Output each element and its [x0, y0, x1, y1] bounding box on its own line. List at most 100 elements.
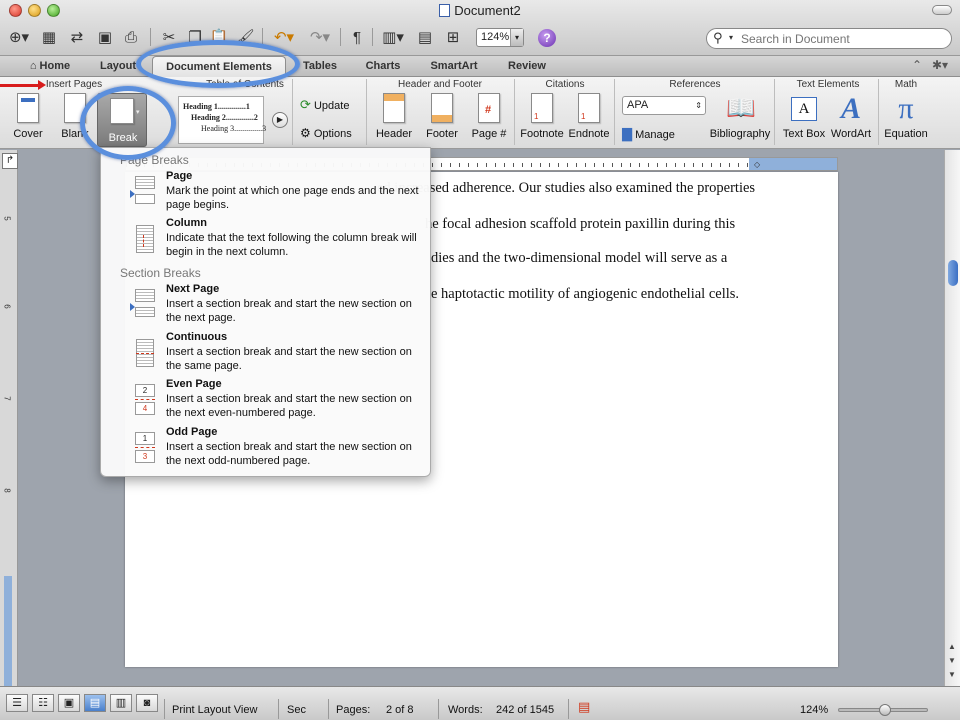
scroll-down-icon[interactable]: ▼ — [948, 670, 956, 679]
manage-citations-button[interactable]: ▇ Manage — [622, 126, 692, 142]
blank-page-button[interactable]: Blank — [56, 93, 94, 140]
group-divider — [614, 79, 615, 145]
tab-document-elements[interactable]: Document Elements — [152, 56, 286, 78]
group-label-citations: Citations — [545, 79, 585, 90]
notebook-view-icon[interactable]: ▥ — [110, 694, 132, 712]
footnote-icon: 1 — [531, 93, 553, 123]
toc-preview-heading-2: Heading 2..............2 — [191, 113, 258, 122]
publishing-view-icon[interactable]: ▣ — [58, 694, 80, 712]
draft-view-icon[interactable]: ☰ — [6, 694, 28, 712]
new-document-icon[interactable]: ⊕▾ — [4, 26, 34, 48]
view-name: Print Layout View — [172, 704, 258, 716]
update-toc-button[interactable]: ⟳ Update — [300, 97, 360, 113]
zoom-slider[interactable] — [838, 704, 928, 716]
gear-icon[interactable]: ✱▾ — [932, 58, 948, 72]
tab-smartart[interactable]: SmartArt — [418, 56, 490, 77]
gallery-next-icon[interactable]: ▶ — [272, 112, 288, 128]
zoom-value: 124% — [481, 31, 510, 43]
tab-charts[interactable]: Charts — [356, 56, 410, 77]
menu-item-even-page[interactable]: 2 4 Even Page Insert a section break and… — [131, 378, 421, 419]
toolbar-separator — [372, 28, 373, 46]
copy-icon[interactable]: ❐ — [184, 26, 206, 48]
equation-label: Equation — [884, 128, 928, 140]
menu-item-next-page[interactable]: Next Page Insert a section break and sta… — [130, 283, 421, 324]
vertical-scrollbar[interactable]: ▲ ▼ ▼ — [944, 150, 960, 686]
search-input[interactable] — [741, 31, 946, 46]
zoom-slider-knob[interactable] — [879, 704, 891, 716]
menu-item-title: Next Page — [166, 283, 220, 295]
endnote-button[interactable]: 1 Endnote — [566, 93, 612, 140]
footer-button[interactable]: Footer — [420, 93, 464, 140]
undo-icon[interactable]: ↶▾ — [268, 26, 300, 48]
annotation-arrow — [0, 80, 46, 90]
continuous-break-icon — [133, 335, 157, 367]
header-button[interactable]: Header — [372, 93, 416, 140]
templates-gallery-icon[interactable]: ▦ — [38, 26, 60, 48]
menu-item-description: Insert a section break and start the new… — [166, 441, 412, 467]
print-layout-view-icon[interactable]: ▤ — [84, 694, 106, 712]
chevron-down-icon[interactable]: ▾ — [729, 33, 733, 42]
endnote-label: Endnote — [568, 128, 610, 140]
sidebar-icon[interactable]: ▥▾ — [378, 26, 408, 48]
media-browser-icon[interactable]: ▤ — [414, 26, 436, 48]
toc-preview-heading-1: Heading 1..............1 — [183, 102, 250, 111]
toolbar-toggle-button[interactable] — [932, 5, 952, 15]
outline-view-icon[interactable]: ☷ — [32, 694, 54, 712]
group-divider — [878, 79, 879, 145]
wordart-button[interactable]: A WordArt — [828, 93, 874, 141]
scroll-down-icon[interactable]: ▼ — [948, 656, 956, 665]
break-button[interactable]: ▾ Break — [97, 93, 147, 147]
menu-item-description: Insert a section break and start the new… — [166, 346, 412, 372]
toc-options-button[interactable]: ⚙ Options — [300, 126, 360, 140]
bibliography-button[interactable]: 📖 Bibliography — [708, 93, 772, 140]
menu-item-description: Indicate that the text following the col… — [166, 232, 417, 258]
ruler-number: 6 — [2, 304, 12, 309]
toolbar-separator — [340, 28, 341, 46]
toc-gallery-thumbnail[interactable]: Heading 1..............1 Heading 2......… — [178, 96, 266, 144]
help-icon[interactable]: ? — [538, 29, 556, 47]
text-box-button[interactable]: A Text Box — [780, 93, 828, 140]
toolbox-icon[interactable]: ⊞ — [442, 26, 464, 48]
menu-item-description: Mark the point at which one page ends an… — [166, 185, 419, 211]
odd-page-break-icon: 1 3 — [133, 430, 157, 463]
equation-button[interactable]: π Equation — [882, 92, 930, 141]
menu-item-column-break[interactable]: Column Indicate that the text following … — [131, 217, 421, 258]
scroll-up-icon[interactable]: ▲ — [948, 642, 956, 651]
format-painter-icon[interactable]: 🖌 — [234, 26, 256, 48]
print-icon[interactable]: ⎙ — [120, 26, 142, 48]
zoom-dropdown[interactable]: 124% ▾ — [476, 28, 524, 47]
home-icon: ⌂ — [29, 60, 37, 72]
tab-tables[interactable]: Tables — [290, 56, 350, 77]
paste-icon[interactable]: 📋 — [208, 26, 230, 48]
tab-stop-selector[interactable]: ↱ — [2, 153, 18, 169]
menu-item-title: Column — [166, 217, 207, 229]
collapse-ribbon-icon[interactable]: ⌃ — [912, 58, 922, 72]
footnote-button[interactable]: 1 Footnote — [518, 93, 566, 140]
pi-icon: π — [898, 92, 914, 125]
menu-item-continuous[interactable]: Continuous Insert a section break and st… — [131, 331, 421, 372]
cover-button[interactable]: Cover — [8, 93, 48, 140]
search-box[interactable]: ⚲ ▾ — [706, 28, 952, 49]
tab-review[interactable]: Review — [498, 56, 556, 77]
show-formatting-icon[interactable]: ¶ — [346, 26, 368, 48]
gear-icon: ⚙ — [300, 126, 311, 140]
document-text-line: dies and the two-dimensional model will … — [431, 250, 728, 266]
scrollbar-thumb[interactable] — [948, 260, 958, 286]
ribbon-tabs: ⌂ Home Layout Document Elements Tables Ch… — [0, 56, 960, 78]
break-page-icon — [110, 98, 134, 124]
spelling-status-icon[interactable]: ▤ — [578, 699, 590, 715]
save-icon[interactable]: ▣ — [94, 26, 116, 48]
menu-item-title: Even Page — [166, 378, 222, 390]
tab-layout[interactable]: Layout — [88, 56, 148, 77]
menu-item-odd-page[interactable]: 1 3 Odd Page Insert a section break and … — [131, 426, 421, 467]
cut-icon[interactable]: ✂ — [158, 26, 180, 48]
tab-home[interactable]: ⌂ Home — [18, 56, 82, 77]
focus-view-icon[interactable]: ◙ — [136, 694, 158, 712]
indent-marker-icon[interactable]: ◇ — [754, 160, 760, 169]
redo-icon[interactable]: ↷▾ — [304, 26, 336, 48]
citation-style-select[interactable]: APA ⇕ — [622, 96, 706, 115]
page-number-button[interactable]: # Page # — [468, 93, 510, 140]
open-icon[interactable]: ⇄ — [66, 26, 88, 48]
cover-page-icon — [17, 93, 39, 123]
menu-item-page-break[interactable]: Page Mark the point at which one page en… — [130, 170, 421, 211]
